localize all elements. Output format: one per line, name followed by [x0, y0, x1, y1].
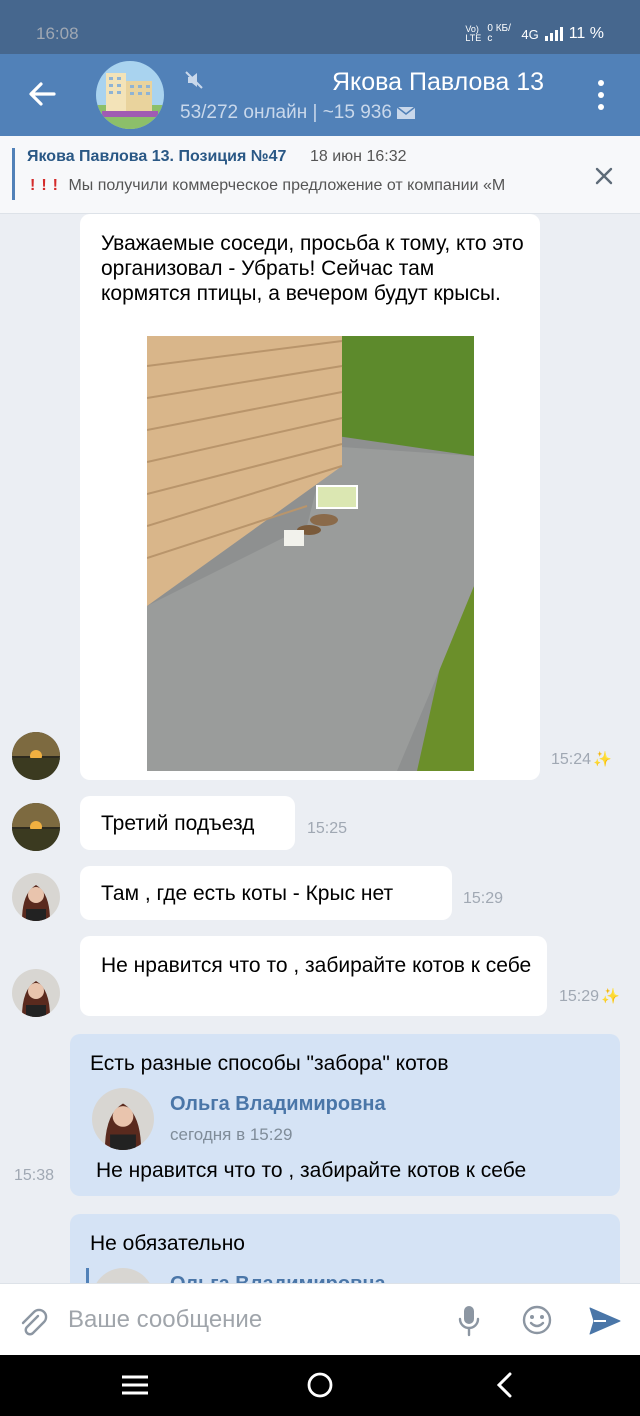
exclamation-marks: !!!	[30, 177, 64, 194]
emoji-icon[interactable]	[521, 1304, 553, 1336]
time-text: 15:29	[559, 988, 600, 1005]
back-arrow-icon[interactable]	[24, 76, 60, 112]
reply-quote[interactable]: Ольга Владимировна сегодня в 15:29	[86, 1088, 606, 1152]
microphone-icon[interactable]	[456, 1304, 482, 1338]
reply-bar	[86, 1268, 89, 1283]
mail-icon	[396, 106, 416, 119]
reply-avatar	[92, 1268, 154, 1283]
photo-image	[147, 336, 474, 771]
pinned-message[interactable]: Якова Павлова 13. Позиция №47 18 июн 16:…	[0, 136, 640, 214]
reply-date: сегодня в 15:29	[170, 1125, 293, 1144]
chat-title[interactable]: Якова Павлова 13	[332, 68, 562, 97]
time-text: 15:24	[551, 751, 592, 768]
message-composer: Ваше сообщение	[0, 1283, 640, 1355]
mute-icon	[185, 71, 203, 89]
message-bubble[interactable]: Не нравится что то , забирайте котов к с…	[80, 936, 547, 1016]
message-bubble[interactable]: Там , где есть коты - Крыс нет	[80, 866, 452, 920]
status-time: 16:08	[36, 24, 79, 43]
message-list[interactable]: Уважаемые соседи, просьба к тому, кто эт…	[0, 214, 640, 1283]
pinned-title: Якова Павлова 13. Позиция №47	[27, 148, 287, 165]
sparkle-icon: ✨	[601, 988, 620, 1005]
outgoing-bubble[interactable]: Есть разные способы "забора" котов Ольга…	[70, 1034, 620, 1196]
avatar[interactable]	[12, 803, 60, 851]
pinned-text: Мы получили коммерческое предложение от …	[68, 177, 506, 194]
message-input[interactable]: Ваше сообщение	[68, 1306, 262, 1334]
chat-header: Якова Павлова 13 53/272 онлайн | ~15 936	[0, 54, 640, 136]
home-icon[interactable]	[306, 1371, 334, 1399]
pinned-date: 18 июн 16:32	[310, 148, 407, 165]
status-icons: Vo) LTE 0 КБ/с 4G 11 %	[465, 24, 604, 44]
message-time: 15:38	[14, 1167, 55, 1184]
online-count: 53/272 онлайн | ~15 936	[180, 102, 392, 123]
outgoing-bubble[interactable]: Не обязательно Ольга Владимировна	[70, 1214, 620, 1283]
pinned-text-row: !!! Мы получили коммерческое предложение…	[30, 177, 566, 195]
attach-icon[interactable]	[16, 1306, 48, 1338]
avatar[interactable]	[12, 873, 60, 921]
back-nav-icon[interactable]	[494, 1371, 514, 1399]
message-bubble[interactable]: Третий подъезд	[80, 796, 295, 850]
battery-level: 11 %	[568, 25, 604, 42]
close-icon[interactable]	[594, 166, 614, 186]
signal-icon	[544, 27, 563, 41]
recent-apps-icon[interactable]	[120, 1373, 150, 1397]
sparkle-icon: ✨	[593, 751, 612, 768]
reply-text: Не нравится что то , забирайте котов к с…	[96, 1159, 527, 1182]
message-photo[interactable]	[147, 336, 474, 771]
network-type: 4G	[521, 26, 539, 42]
message-text: Третий подъезд	[101, 812, 255, 835]
message-text: Есть разные способы "забора" котов	[90, 1052, 449, 1075]
message-time: 15:24 ✨	[551, 750, 612, 769]
chat-subtitle: 53/272 онлайн | ~15 936	[180, 102, 416, 124]
system-nav-bar	[0, 1355, 640, 1416]
message-text: Не нравится что то , забирайте котов к с…	[101, 954, 532, 977]
more-icon[interactable]	[598, 80, 606, 110]
message-text: Уважаемые соседи, просьба к тому, кто эт…	[101, 232, 524, 305]
reply-author[interactable]: Ольга Владимировна	[170, 1272, 386, 1283]
pinned-accent-bar	[12, 148, 15, 200]
send-icon[interactable]	[588, 1306, 622, 1336]
message-text: Там , где есть коты - Крыс нет	[101, 882, 394, 905]
message-time: 15:29	[463, 890, 504, 907]
status-bar: 16:08 Vo) LTE 0 КБ/с 4G 11 %	[0, 0, 640, 54]
reply-author[interactable]: Ольга Владимировна	[170, 1092, 386, 1117]
avatar[interactable]	[12, 969, 60, 1017]
reply-quote[interactable]: Ольга Владимировна	[86, 1268, 606, 1283]
net-speed: 0 КБ/с	[487, 23, 511, 44]
message-bubble[interactable]: Уважаемые соседи, просьба к тому, кто эт…	[80, 214, 540, 780]
message-time: 15:25	[307, 820, 348, 837]
volte-indicator: Vo) LTE	[465, 24, 482, 43]
avatar[interactable]	[12, 732, 60, 780]
message-text: Не обязательно	[90, 1232, 245, 1255]
group-avatar[interactable]	[96, 61, 164, 129]
message-time: 15:29 ✨	[559, 987, 620, 1006]
reply-avatar	[92, 1088, 154, 1150]
